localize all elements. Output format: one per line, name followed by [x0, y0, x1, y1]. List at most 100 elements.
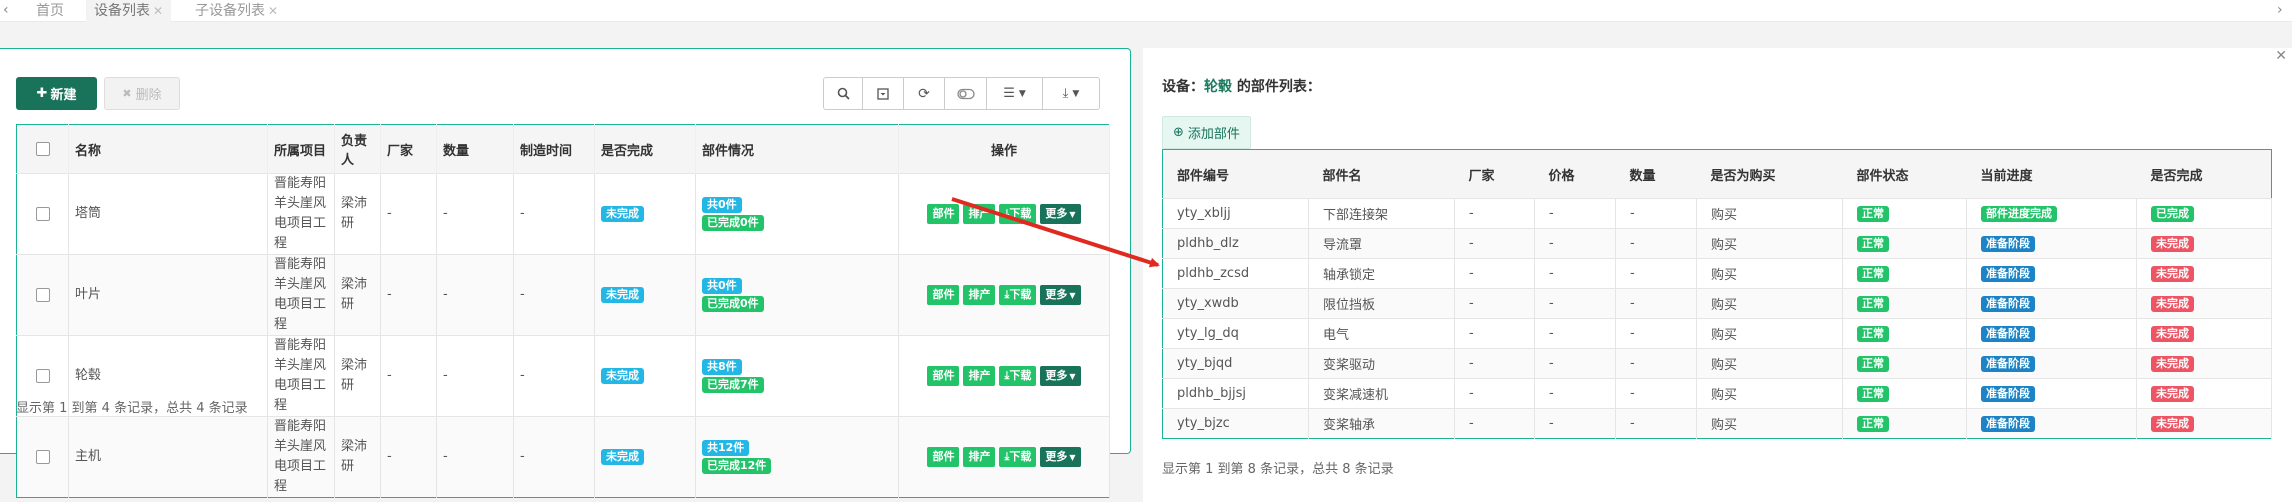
table-row[interactable]: yty_bjqd 变桨驱动 - - - 购买 正常 准备阶段 未完成 — [1162, 348, 2272, 379]
delete-button[interactable]: ✖ 删除 — [104, 77, 180, 110]
row-checkbox[interactable] — [16, 173, 69, 255]
schedule-button[interactable]: 排产 — [963, 204, 996, 224]
schedule-button[interactable]: 排产 — [963, 447, 996, 467]
buy-cell: 购买 — [1696, 378, 1843, 409]
column-header[interactable]: 负责人 — [334, 124, 381, 174]
table-row[interactable]: 主机 晋能寿阳羊头崖风电项目工程 梁沛研 - - - 未完成 共12件 已完成12件 部件 排产 ⤓下… — [16, 416, 1110, 498]
tab-sub-device-list[interactable]: 子设备列表 ✕ — [187, 0, 286, 22]
table-row[interactable]: 塔筒 晋能寿阳羊头崖风电项目工程 梁沛研 - - - 未完成 共0件 已完成0件 部件 排产 ⤓下载更… — [16, 173, 1110, 255]
refresh-button[interactable]: ⟳ — [904, 78, 945, 109]
download-button[interactable]: ⤓下载 — [999, 285, 1037, 305]
maker-cell: - — [1454, 378, 1535, 409]
column-header[interactable]: 名称 — [68, 124, 268, 174]
table-row[interactable]: yty_xbljj 下部连接架 - - - 购买 正常 部件进度完成 已完成 — [1162, 198, 2272, 229]
plus-circle-icon: ⊕ — [1173, 125, 1184, 140]
new-button-label: 新建 — [50, 88, 77, 103]
more-dropdown[interactable]: 更多 ▼ — [1040, 285, 1081, 305]
done-badge: 未完成 — [2151, 355, 2194, 372]
part-status-cell: 正常 — [1842, 258, 1967, 289]
plus-icon: ✚ — [36, 86, 48, 101]
status-badge: 正常 — [1857, 325, 1889, 342]
progress-cell: 准备阶段 — [1966, 258, 2137, 289]
parts-button[interactable]: 部件 — [927, 366, 960, 386]
table-row[interactable]: pldhb_bjjsj 变桨减速机 - - - 购买 正常 准备阶段 未完成 — [1162, 378, 2272, 409]
refresh-icon: ⟳ — [918, 85, 930, 102]
done-cell: 未完成 — [2136, 408, 2272, 439]
tab-home[interactable]: 首页 — [28, 0, 72, 22]
toggle-view-button[interactable] — [863, 78, 904, 109]
column-header[interactable]: 所属项目 — [267, 124, 335, 174]
table-row[interactable]: 叶片 晋能寿阳羊头崖风电项目工程 梁沛研 - - - 未完成 共0件 已完成0件 部件 排产 ⤓下载更… — [16, 254, 1110, 336]
tab-scroll-left-icon[interactable]: ‹ — [3, 2, 9, 18]
column-header[interactable]: 数量 — [436, 124, 514, 174]
row-checkbox[interactable] — [16, 254, 69, 336]
table-row[interactable]: yty_bjzc 变桨轴承 - - - 购买 正常 准备阶段 未完成 — [1162, 408, 2272, 439]
close-icon[interactable]: ✕ — [268, 4, 278, 18]
download-button[interactable]: ⤓下载 — [999, 204, 1037, 224]
export-dropdown[interactable]: ⤓ ▼ — [1043, 78, 1099, 109]
parts-button[interactable]: 部件 — [927, 285, 960, 305]
download-button[interactable]: ⤓下载 — [999, 447, 1037, 467]
column-header[interactable]: 是否完成 — [594, 124, 696, 174]
status-badge: 正常 — [1857, 415, 1889, 432]
schedule-button[interactable]: 排产 — [963, 285, 996, 305]
toggle-pagination-button[interactable] — [945, 78, 987, 109]
qty-cell: - — [1615, 378, 1697, 409]
more-dropdown[interactable]: 更多 ▼ — [1040, 204, 1081, 224]
add-part-button[interactable]: ⊕ 添加部件 — [1162, 116, 1251, 149]
parts-done-badge: 已完成12件 — [702, 458, 772, 474]
parts-button[interactable]: 部件 — [927, 447, 960, 467]
columns-dropdown[interactable]: ☰ ▼ — [987, 78, 1043, 109]
column-header[interactable]: 厂家 — [380, 124, 437, 174]
row-checkbox[interactable] — [16, 416, 69, 498]
part-status-cell: 正常 — [1842, 318, 1967, 349]
column-header[interactable]: 部件名 — [1308, 149, 1455, 199]
done-cell: 未完成 — [2136, 258, 2272, 289]
column-header[interactable]: 是否为购买 — [1696, 149, 1843, 199]
schedule-button[interactable]: 排产 — [963, 366, 996, 386]
tab-scroll-right-icon[interactable]: › — [2277, 2, 2283, 18]
parts-button[interactable]: 部件 — [927, 204, 960, 224]
table-toolbar: ⟳ ☰ ▼ ⤓ ▼ — [823, 77, 1100, 110]
select-all-checkbox[interactable] — [16, 124, 69, 174]
column-header[interactable]: 部件状态 — [1842, 149, 1967, 199]
column-header[interactable]: 是否完成 — [2136, 149, 2272, 199]
qty-cell: - — [1615, 228, 1697, 259]
table-row[interactable]: pldhb_dlz 导流罩 - - - 购买 正常 准备阶段 未完成 — [1162, 228, 2272, 259]
done-badge: 未完成 — [2151, 325, 2194, 342]
maker-cell: - — [1454, 348, 1535, 379]
qty-cell: - — [436, 254, 514, 336]
column-header[interactable]: 部件编号 — [1162, 149, 1309, 199]
price-cell: - — [1534, 378, 1616, 409]
qty-cell: - — [1615, 288, 1697, 319]
close-icon[interactable]: ✕ — [153, 4, 163, 18]
column-header[interactable]: 部件情况 — [695, 124, 899, 174]
progress-badge: 准备阶段 — [1981, 235, 2035, 252]
table-row[interactable]: pldhb_zcsd 轴承锁定 - - - 购买 正常 准备阶段 未完成 — [1162, 258, 2272, 289]
table-row[interactable]: yty_lg_dq 电气 - - - 购买 正常 准备阶段 未完成 — [1162, 318, 2272, 349]
column-header[interactable]: 制造时间 — [513, 124, 595, 174]
price-cell: - — [1534, 348, 1616, 379]
part-name-cell: 轴承锁定 — [1308, 258, 1455, 289]
maker-cell: - — [380, 254, 437, 336]
column-header[interactable]: 当前进度 — [1966, 149, 2137, 199]
column-header[interactable]: 价格 — [1534, 149, 1616, 199]
owner-cell: 梁沛研 — [334, 335, 381, 417]
caret-down-icon: ▼ — [1069, 291, 1076, 300]
search-button[interactable] — [824, 78, 863, 109]
maker-cell: - — [1454, 408, 1535, 439]
more-dropdown[interactable]: 更多 ▼ — [1040, 447, 1081, 467]
table-row[interactable]: yty_xwdb 限位挡板 - - - 购买 正常 准备阶段 未完成 — [1162, 288, 2272, 319]
new-button[interactable]: ✚ 新建 — [16, 77, 97, 110]
part-name-cell: 变桨减速机 — [1308, 378, 1455, 409]
column-header[interactable]: 厂家 — [1454, 149, 1535, 199]
tab-device-list[interactable]: 设备列表 ✕ — [86, 0, 172, 22]
parts-cell: 共0件 已完成0件 — [695, 254, 899, 336]
column-header[interactable]: 数量 — [1615, 149, 1697, 199]
done-badge: 未完成 — [2151, 415, 2194, 432]
more-dropdown[interactable]: 更多 ▼ — [1040, 366, 1081, 386]
device-name-cell: 塔筒 — [68, 173, 268, 255]
close-icon[interactable]: ✕ — [2275, 48, 2287, 64]
column-header[interactable]: 操作 — [898, 124, 1110, 174]
download-button[interactable]: ⤓下载 — [999, 366, 1037, 386]
